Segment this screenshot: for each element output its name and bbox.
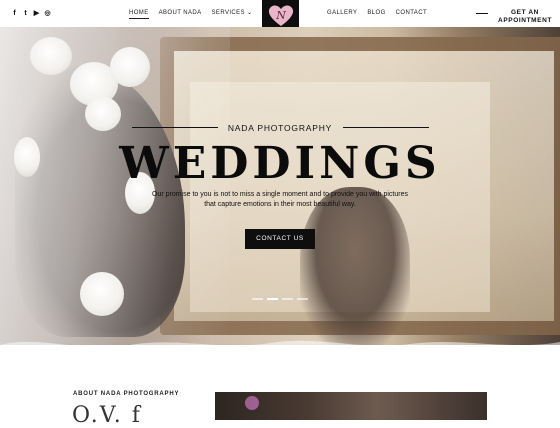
about-photo-flowers [245,396,259,410]
slider-dot-active[interactable] [267,298,278,300]
hero-description: Our promise to you is not to miss a sing… [151,191,408,208]
heart-logo-icon: N [268,5,293,26]
hero-subtitle-line-right [343,127,429,128]
youtube-icon[interactable]: ▶ [33,10,40,17]
slider-dot[interactable] [252,298,263,300]
slider-dot[interactable] [282,298,293,300]
appointment-divider [476,13,488,14]
primary-nav-right: GALLERY BLOG CONTACT [327,10,427,17]
nav-blog[interactable]: BLOG [367,10,385,17]
instagram-icon[interactable]: ◎ [44,10,51,17]
primary-nav-left: HOME ABOUT NADA SERVICES ⌄ [129,10,252,19]
facebook-icon[interactable]: f [11,10,18,17]
site-logo[interactable]: N [262,0,299,30]
nav-about[interactable]: ABOUT NADA [159,10,202,19]
social-links: f t ▶ ◎ [11,10,51,17]
get-appointment-button[interactable]: GET AN APPOINTMENT [495,9,555,25]
hero-title: WEDDINGS [119,138,441,189]
about-section-label: ABOUT NADA PHOTOGRAPHY [73,391,180,397]
nav-contact[interactable]: CONTACT [396,10,427,17]
contact-us-button[interactable]: CONTACT US [245,229,315,249]
slider-dot[interactable] [297,298,308,300]
nav-gallery[interactable]: GALLERY [327,10,357,17]
nav-home[interactable]: HOME [129,10,149,19]
appointment-label-line2: APPOINTMENT [498,17,552,24]
site-header: f t ▶ ◎ HOME ABOUT NADA SERVICES ⌄ N GAL… [0,0,560,30]
twitter-icon[interactable]: t [22,10,29,17]
about-photo [215,392,487,420]
hero-subtitle: NADA PHOTOGRAPHY [227,123,333,133]
about-heading: O.V. f [72,403,142,428]
slider-pagination [252,298,308,300]
appointment-label-line1: GET AN [511,9,539,16]
logo-letter: N [275,9,286,22]
hero-wave-divider [0,340,560,345]
nav-services[interactable]: SERVICES ⌄ [212,10,253,19]
